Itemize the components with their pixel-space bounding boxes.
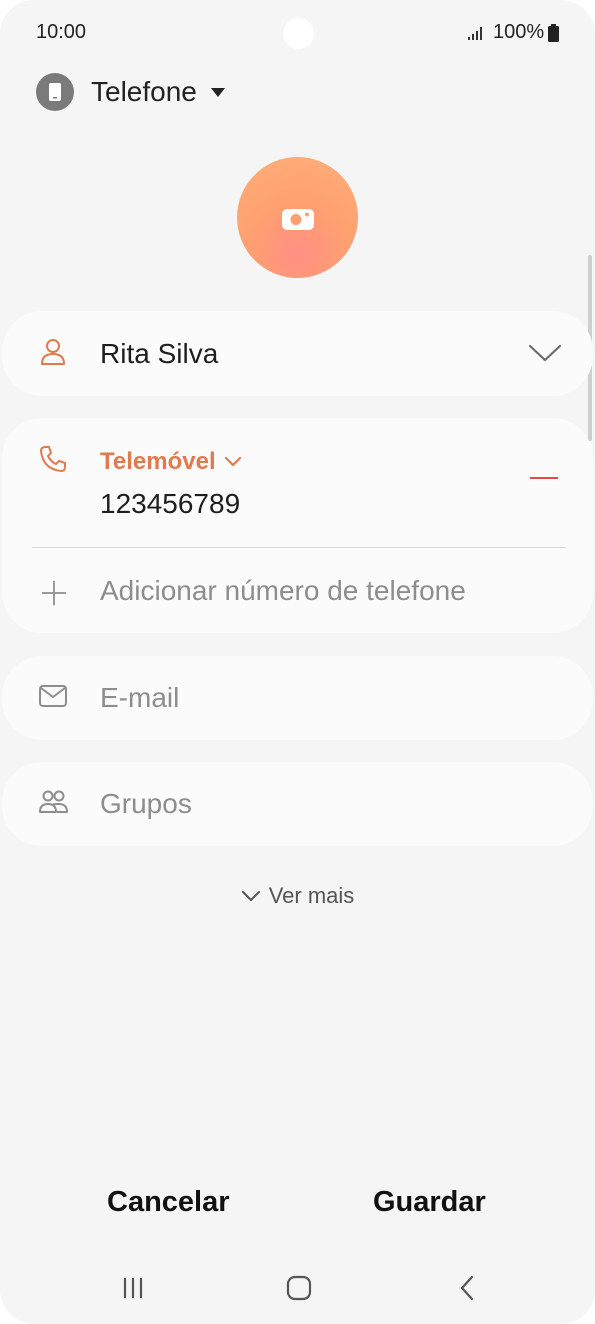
- phone-device-icon: [36, 73, 74, 111]
- phone-type-selector[interactable]: Telemóvel: [100, 448, 242, 476]
- navigation-bar: [0, 1262, 595, 1314]
- status-time: 10:00: [36, 21, 87, 43]
- add-photo-button[interactable]: [237, 157, 358, 278]
- name-field[interactable]: Rita Silva: [100, 338, 218, 370]
- divider: [32, 547, 566, 548]
- minus-icon: [530, 477, 558, 479]
- email-field[interactable]: E-mail: [100, 682, 179, 714]
- battery-percentage: 100%: [493, 21, 545, 43]
- dropdown-caret-icon: [210, 87, 225, 97]
- cancel-button[interactable]: Cancelar: [107, 1186, 230, 1219]
- see-more-label: Ver mais: [268, 883, 355, 908]
- account-selector[interactable]: Telefone: [36, 72, 225, 112]
- recents-icon[interactable]: [116, 1274, 150, 1302]
- status-bar: 10:00 100%: [0, 0, 595, 66]
- phone-number-field[interactable]: 123456789: [100, 488, 240, 520]
- battery-icon: [548, 24, 559, 42]
- chevron-down-icon[interactable]: [528, 343, 562, 363]
- remove-phone-button[interactable]: [530, 474, 560, 482]
- home-icon[interactable]: [282, 1274, 316, 1302]
- bottom-actions: Cancelar Guardar: [0, 1186, 595, 1232]
- person-icon: [41, 339, 65, 365]
- groups-card: Grupos: [2, 762, 593, 846]
- camera-icon: [281, 208, 314, 230]
- email-card: E-mail: [2, 656, 593, 740]
- chevron-down-icon: [241, 891, 260, 901]
- add-phone-number-button[interactable]: Adicionar número de telefone: [100, 575, 466, 607]
- back-icon[interactable]: [450, 1274, 484, 1302]
- chevron-down-icon: [224, 456, 241, 467]
- groups-field[interactable]: Grupos: [100, 788, 192, 820]
- phone-type-label: Telemóvel: [100, 448, 216, 475]
- signal-icon: [468, 27, 482, 40]
- see-more-button[interactable]: Ver mais: [0, 883, 595, 909]
- front-camera-cutout: [283, 18, 314, 49]
- groups-icon: [39, 790, 68, 813]
- mail-icon: [39, 685, 67, 707]
- save-button[interactable]: Guardar: [373, 1186, 486, 1219]
- account-label: Telefone: [91, 76, 197, 107]
- phone-card: Telemóvel 123456789 Adicionar número de …: [2, 418, 593, 633]
- phone-icon: [40, 446, 66, 472]
- name-card: Rita Silva: [2, 311, 593, 396]
- contact-editor-screen: 10:00 100% Telefone Rita Silva Telemóvel…: [0, 0, 595, 1324]
- plus-icon: [42, 581, 66, 605]
